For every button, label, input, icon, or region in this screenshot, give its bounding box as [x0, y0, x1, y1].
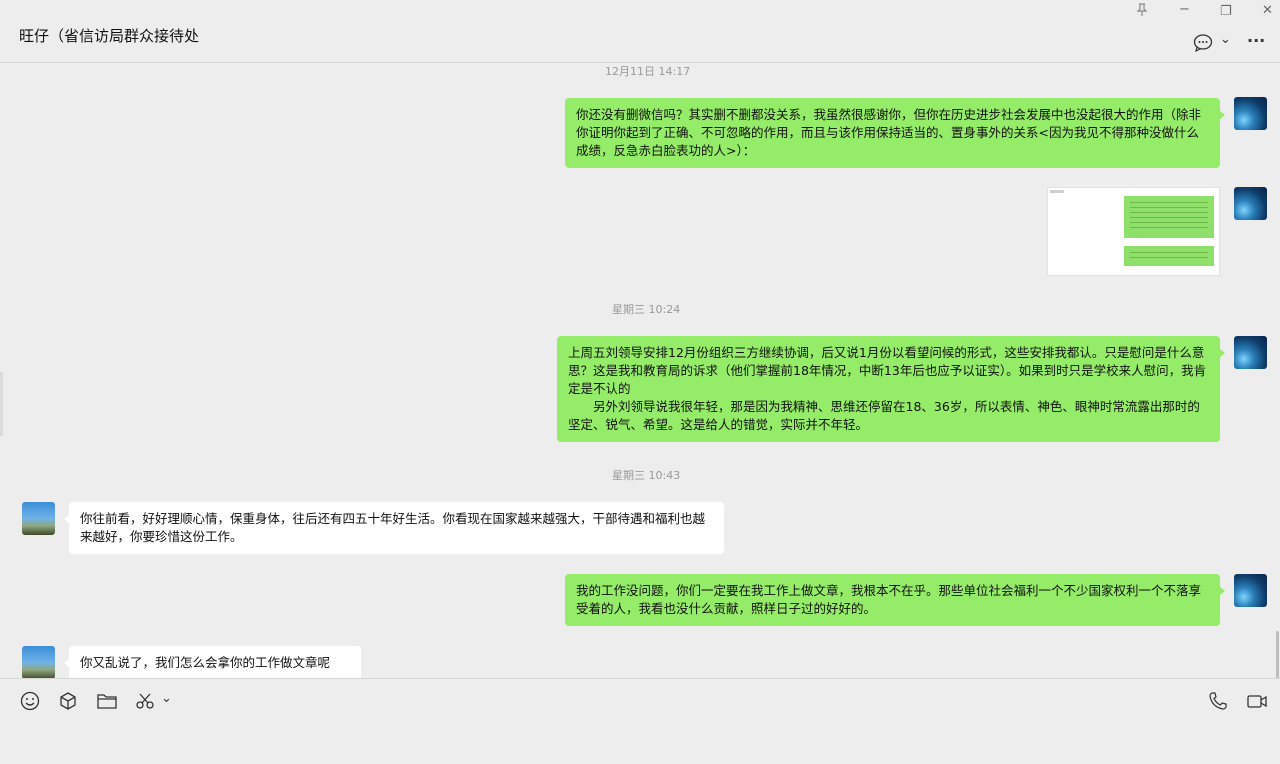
message-text: 另外刘领导说我很年轻，那是因为我精神、思维还停留在18、36岁，所以表情、神色、…	[568, 399, 1200, 432]
chat-header: 旺仔（省信访局群众接待处 − ❐ ✕ ⌄ ···	[0, 0, 1280, 63]
message-bubble-self[interactable]: 你还没有删微信吗？其实删不删都没关系，我虽然很感谢你，但你在历史进步社会发展中也…	[565, 98, 1225, 168]
message-bubble-contact[interactable]: 你往前看，好好理顺心情，保重身体，往后还有四五十年好生活。你看现在国家越来越强大…	[64, 502, 724, 554]
avatar-contact[interactable]	[22, 502, 55, 535]
chat-title: 旺仔（省信访局群众接待处	[19, 27, 200, 45]
timestamp: 12月11日 14:17	[605, 65, 691, 78]
message-text: 上周五刘领导安排12月份组织三方继续协调，后又说1月份以看望问候的形式，这些安排…	[568, 345, 1207, 396]
video-call-icon[interactable]	[1246, 691, 1268, 716]
avatar-self[interactable]	[1234, 336, 1267, 369]
avatar-contact[interactable]	[22, 646, 55, 678]
avatar-self[interactable]	[1234, 574, 1267, 607]
emoji-icon[interactable]	[20, 691, 40, 716]
message-bubble-self[interactable]: 上周五刘领导安排12月份组织三方继续协调，后又说1月份以看望问候的形式，这些安排…	[557, 336, 1225, 442]
timestamp: 星期三 10:43	[612, 469, 681, 482]
close-icon[interactable]: ✕	[1262, 3, 1273, 18]
file-icon[interactable]	[96, 691, 118, 716]
chevron-down-icon[interactable]: ⌄	[161, 691, 172, 706]
image-message[interactable]	[1047, 187, 1220, 276]
message-text: 你还没有删微信吗？其实删不删都没关系，我虽然很感谢你，但你在历史进步社会发展中也…	[576, 107, 1202, 158]
more-icon[interactable]: ···	[1247, 31, 1265, 50]
message-text: 我的工作没问题，你们一定要在我工作上做文章，我根本不在乎。那些单位社会福利一个不…	[576, 583, 1202, 616]
message-list[interactable]: 12月11日 14:17 你还没有删微信吗？其实删不删都没关系，我虽然很感谢你，…	[0, 63, 1280, 678]
message-bubble-self[interactable]: 我的工作没问题，你们一定要在我工作上做文章，我根本不在乎。那些单位社会福利一个不…	[565, 574, 1225, 626]
timestamp: 星期三 10:24	[612, 303, 681, 316]
avatar-self[interactable]	[1234, 97, 1267, 130]
input-area[interactable]: ⌄	[0, 678, 1280, 764]
message-bubble-contact[interactable]: 你又乱说了，我们怎么会拿你的工作做文章呢	[64, 646, 361, 678]
minimize-icon[interactable]: −	[1179, 2, 1190, 17]
screenshot-icon[interactable]	[135, 691, 155, 716]
message-text: 你又乱说了，我们怎么会拿你的工作做文章呢	[80, 655, 331, 670]
scrollbar[interactable]	[1276, 631, 1279, 678]
favorites-icon[interactable]	[58, 691, 78, 716]
restore-icon[interactable]: ❐	[1220, 4, 1232, 19]
message-text: 你往前看，好好理顺心情，保重身体，往后还有四五十年好生活。你看现在国家越来越强大…	[80, 511, 706, 544]
chat-info-icon[interactable]	[1193, 34, 1213, 56]
chevron-down-icon[interactable]: ⌄	[1220, 32, 1231, 47]
avatar-self[interactable]	[1234, 187, 1267, 220]
voice-call-icon[interactable]	[1208, 691, 1228, 716]
pin-icon[interactable]	[1136, 3, 1148, 21]
resize-handle[interactable]	[0, 372, 3, 436]
